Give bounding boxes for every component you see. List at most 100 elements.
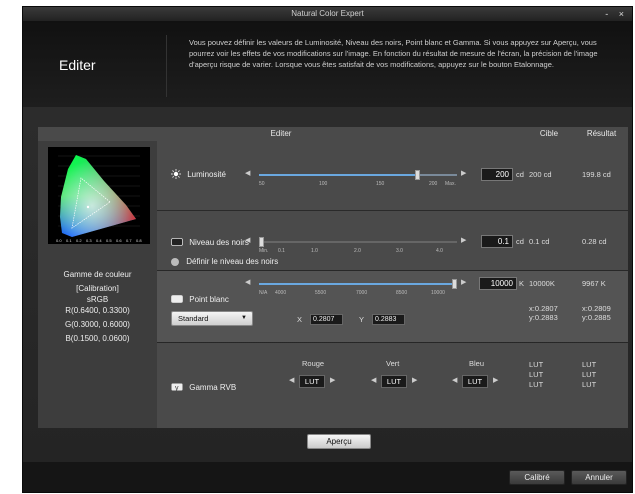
gamut-tick-7: 0.7 <box>126 238 132 243</box>
white-target-x: x:0.2807 <box>529 304 558 313</box>
gamma-target-g: LUT <box>529 370 544 379</box>
white-decrease[interactable]: ◀ <box>245 278 250 286</box>
black-target: 0.1 cd <box>529 237 550 246</box>
gamma-green-label: Vert <box>386 359 400 368</box>
brightness-input[interactable]: 200 <box>481 168 513 181</box>
white-tick-2: 5500 <box>315 290 327 296</box>
gamma-blue-value[interactable]: LUT <box>462 375 488 388</box>
white-result-x: x:0.2809 <box>582 304 611 313</box>
gamma-red-value[interactable]: LUT <box>299 375 325 388</box>
brightness-unit: cd <box>516 170 524 179</box>
white-unit: K <box>519 279 525 288</box>
black-tick-5: 4.0 <box>436 248 443 254</box>
white-tick-4: 8500 <box>396 290 408 296</box>
brightness-increase[interactable]: ▶ <box>461 169 466 177</box>
gamma-blue-decrease[interactable]: ◀ <box>452 376 457 384</box>
white-label-wrap: Point blanc <box>171 295 229 305</box>
gamut-green: G(0.3000, 0.6000) <box>65 320 130 329</box>
black-label-wrap: Niveau des noirs <box>171 238 249 248</box>
white-x-label: X <box>297 315 303 324</box>
white-increase[interactable]: ▶ <box>461 278 466 286</box>
brightness-decrease[interactable]: ◀ <box>245 169 250 177</box>
black-option-radio[interactable] <box>171 257 179 266</box>
col-result: Résultat <box>586 129 617 138</box>
preview-button[interactable]: Aperçu <box>307 434 371 449</box>
white-tick-5: 10000 <box>431 290 445 296</box>
brightness-thumb[interactable] <box>415 170 421 180</box>
title-bar: Natural Color Expert - × <box>23 7 632 21</box>
cancel-button[interactable]: Annuler <box>571 470 627 485</box>
header: Editer Vous pouvez définir les valeurs d… <box>23 21 632 107</box>
black-tick-3: 2.0 <box>354 248 361 254</box>
white-tick-1: 4000 <box>275 290 287 296</box>
calibrate-button[interactable]: Calibré <box>509 470 565 485</box>
black-slider[interactable] <box>259 237 457 247</box>
edit-panel: Editer Cible Résultat 0.0 0.1 0.2 0.3 0.… <box>23 107 632 462</box>
brightness-tick-0: 50 <box>259 181 265 187</box>
chevron-down-icon: ▼ <box>241 315 247 321</box>
gamut-mode: [Calibration] <box>76 284 119 293</box>
brightness-tick-4: Max. <box>445 181 456 187</box>
black-input[interactable]: 0.1 <box>481 235 513 248</box>
white-preset-value: Standard <box>178 314 209 323</box>
black-decrease[interactable]: ◀ <box>245 236 250 244</box>
minimize-button[interactable]: - <box>605 9 608 19</box>
gamut-tick-6: 0.6 <box>116 238 122 243</box>
white-result-y: y:0.2885 <box>582 313 611 322</box>
gamma-icon: γ <box>171 383 183 393</box>
gamut-panel: 0.0 0.1 0.2 0.3 0.4 0.5 0.6 0.7 0.8 Gamm… <box>38 141 157 428</box>
white-y-input[interactable]: 0.2883 <box>372 314 405 325</box>
white-point-row: Point blanc ◀ N/A 4000 5500 7000 8500 10… <box>157 271 628 342</box>
gamma-green-decrease[interactable]: ◀ <box>371 376 376 384</box>
brightness-fill <box>259 174 418 176</box>
gamut-title: Gamme de couleur <box>63 270 132 279</box>
close-button[interactable]: × <box>619 9 624 19</box>
gamma-green-value[interactable]: LUT <box>381 375 407 388</box>
gamut-tick-0: 0.0 <box>56 238 62 243</box>
gamma-result-b: LUT <box>582 380 597 389</box>
white-thumb[interactable] <box>452 279 457 289</box>
white-label: Point blanc <box>189 295 229 305</box>
white-slider[interactable] <box>259 279 457 289</box>
brightness-tick-2: 150 <box>376 181 385 187</box>
white-point-icon <box>171 295 183 305</box>
sun-icon <box>171 169 181 181</box>
black-tick-0: Min. <box>259 248 269 254</box>
gamut-tick-8: 0.8 <box>136 238 142 243</box>
white-x-input[interactable]: 0.2807 <box>310 314 343 325</box>
brightness-slider[interactable] <box>259 170 457 180</box>
black-option[interactable]: Définir le niveau des noirs <box>171 257 278 266</box>
gamut-tick-4: 0.4 <box>96 238 102 243</box>
svg-text:γ: γ <box>175 385 179 391</box>
brightness-tick-3: 200 <box>429 181 438 187</box>
gamma-red-increase[interactable]: ▶ <box>330 376 335 384</box>
white-input[interactable]: 10000 <box>479 277 517 290</box>
gamma-label-wrap: γ Gamma RVB <box>171 383 236 393</box>
col-target: Cible <box>539 129 559 138</box>
col-edit: Editer <box>270 129 292 138</box>
brightness-target: 200 cd <box>529 170 552 179</box>
gamma-row: γ Gamma RVB Rouge ◀ LUT ▶ Vert ◀ LUT ▶ B… <box>157 343 628 428</box>
gamut-red: R(0.6400, 0.3300) <box>65 306 130 315</box>
gamma-blue-increase[interactable]: ▶ <box>493 376 498 384</box>
black-option-label: Définir le niveau des noirs <box>186 257 279 266</box>
gamut-chart: 0.0 0.1 0.2 0.3 0.4 0.5 0.6 0.7 0.8 <box>48 147 150 244</box>
white-tick-3: 7000 <box>356 290 368 296</box>
brightness-result: 199.8 cd <box>582 170 611 179</box>
gamma-green-increase[interactable]: ▶ <box>412 376 417 384</box>
black-thumb[interactable] <box>259 237 264 247</box>
header-divider <box>166 35 167 97</box>
gamma-red-label: Rouge <box>302 359 325 368</box>
black-increase[interactable]: ▶ <box>461 236 466 244</box>
black-label: Niveau des noirs <box>189 238 249 248</box>
white-tick-0: N/A <box>259 290 268 296</box>
app-window: Natural Color Expert - × Editer Vous pou… <box>22 6 633 493</box>
white-target: 10000K <box>529 279 555 288</box>
white-preset-select[interactable]: Standard ▼ <box>171 311 253 326</box>
black-tick-2: 1.0 <box>311 248 318 254</box>
gamma-red-decrease[interactable]: ◀ <box>289 376 294 384</box>
gamut-tick-1: 0.1 <box>66 238 72 243</box>
gamut-space: sRGB <box>86 295 109 304</box>
header-description: Vous pouvez définir les valeurs de Lumin… <box>189 38 598 69</box>
gamma-target-r: LUT <box>529 360 544 369</box>
